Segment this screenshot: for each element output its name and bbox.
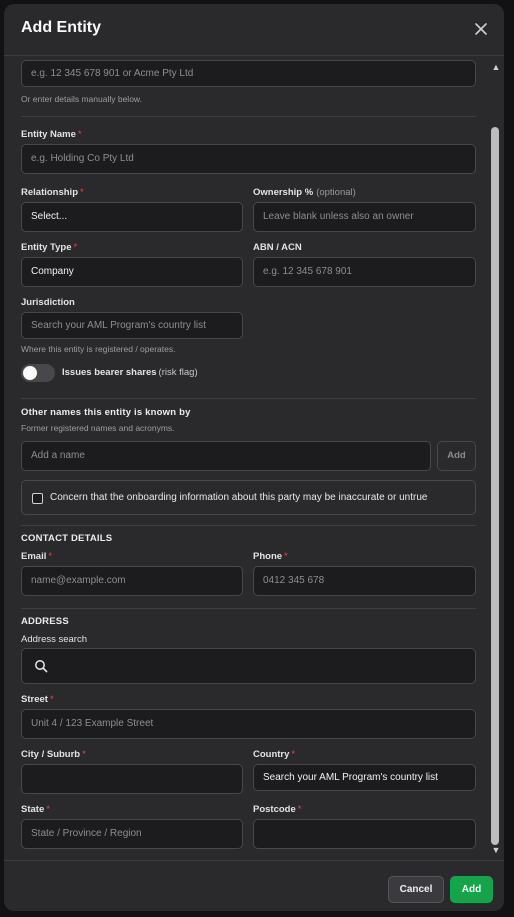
postcode-label: Postcode * xyxy=(253,804,302,815)
required-marker: * xyxy=(46,804,50,815)
abn-label: ABN / ACN xyxy=(253,242,302,253)
other-names-subtitle: Former registered names and acronyms. xyxy=(21,423,175,433)
form-scroll-area: e.g. 12 345 678 901 or Acme Pty Ltd Or e… xyxy=(4,57,504,860)
street-label: Street * xyxy=(21,694,54,705)
required-marker: * xyxy=(77,129,82,140)
ownership-label: Ownership % (optional) xyxy=(253,187,356,198)
street-input[interactable]: Unit 4 / 123 Example Street xyxy=(21,709,476,739)
lookup-input[interactable]: e.g. 12 345 678 901 or Acme Pty Ltd xyxy=(21,60,476,87)
required-marker: * xyxy=(49,694,54,705)
address-search-input[interactable] xyxy=(21,648,476,684)
required-marker: * xyxy=(284,551,288,562)
modal-header: Add Entity xyxy=(4,4,504,56)
jurisdiction-hint: Where this entity is registered / operat… xyxy=(21,344,176,354)
country-label: Country * xyxy=(253,749,296,760)
add-entity-modal: Add Entity e.g. 12 345 678 901 or Acme P… xyxy=(4,4,504,911)
address-search-label: Address search xyxy=(21,634,88,645)
jurisdiction-label: Jurisdiction xyxy=(21,297,75,308)
lookup-hint: Or enter details manually below. xyxy=(21,94,142,104)
other-names-title: Other names this entity is known by xyxy=(21,407,191,418)
address-section-title: ADDRESS xyxy=(21,616,69,627)
concern-checkbox[interactable] xyxy=(32,493,43,504)
city-input[interactable] xyxy=(21,764,243,794)
country-input[interactable]: Search your AML Program's country list xyxy=(253,764,476,791)
divider xyxy=(21,525,476,526)
divider xyxy=(21,608,476,609)
cancel-button[interactable]: Cancel xyxy=(388,876,444,903)
relationship-select[interactable]: Select... xyxy=(21,202,243,232)
scrollbar-thumb[interactable] xyxy=(491,127,499,845)
close-icon[interactable] xyxy=(472,20,490,38)
other-name-input[interactable]: Add a name xyxy=(21,441,431,471)
entity-type-select[interactable]: Company xyxy=(21,257,243,287)
toggle-knob xyxy=(23,366,37,380)
abn-input[interactable]: e.g. 12 345 678 901 xyxy=(253,257,476,287)
chevron-down-icon[interactable]: ▼ xyxy=(491,845,501,855)
required-marker: * xyxy=(297,804,302,815)
bearer-shares-toggle[interactable] xyxy=(21,364,55,382)
required-marker: * xyxy=(48,551,53,562)
contact-section-title: CONTACT DETAILS xyxy=(21,533,113,544)
state-label: State * xyxy=(21,804,50,815)
relationship-label: Relationship * xyxy=(21,187,84,198)
add-name-button[interactable]: Add xyxy=(437,441,476,471)
email-label: Email * xyxy=(21,551,53,562)
scrollbar[interactable]: ▲ ▼ xyxy=(490,60,502,860)
concern-box: Concern that the onboarding information … xyxy=(21,480,476,515)
modal-footer: Cancel Add xyxy=(4,860,504,911)
required-marker: * xyxy=(73,242,78,253)
modal-title: Add Entity xyxy=(21,19,101,36)
city-label: City / Suburb * xyxy=(21,749,86,760)
email-input[interactable]: name@example.com xyxy=(21,566,243,596)
bearer-shares-label: Issues bearer shares (risk flag) xyxy=(62,367,198,378)
required-marker: * xyxy=(80,187,84,198)
required-marker: * xyxy=(291,749,296,760)
entity-name-label: Entity Name * xyxy=(21,129,82,140)
ownership-input[interactable]: Leave blank unless also an owner xyxy=(253,202,476,232)
divider xyxy=(21,116,476,117)
phone-label: Phone * xyxy=(253,551,288,562)
chevron-up-icon[interactable]: ▲ xyxy=(491,62,501,72)
entity-type-label: Entity Type * xyxy=(21,242,78,253)
state-input[interactable]: State / Province / Region xyxy=(21,819,243,849)
jurisdiction-input[interactable]: Search your AML Program's country list xyxy=(21,312,243,339)
search-icon xyxy=(35,660,48,673)
concern-label: Concern that the onboarding information … xyxy=(50,492,428,503)
entity-name-input[interactable]: e.g. Holding Co Pty Ltd xyxy=(21,144,476,174)
phone-input[interactable]: 0412 345 678 xyxy=(253,566,476,596)
add-entity-button[interactable]: Add xyxy=(450,876,493,903)
required-marker: * xyxy=(82,749,86,760)
divider xyxy=(21,398,476,399)
postcode-input[interactable] xyxy=(253,819,476,849)
